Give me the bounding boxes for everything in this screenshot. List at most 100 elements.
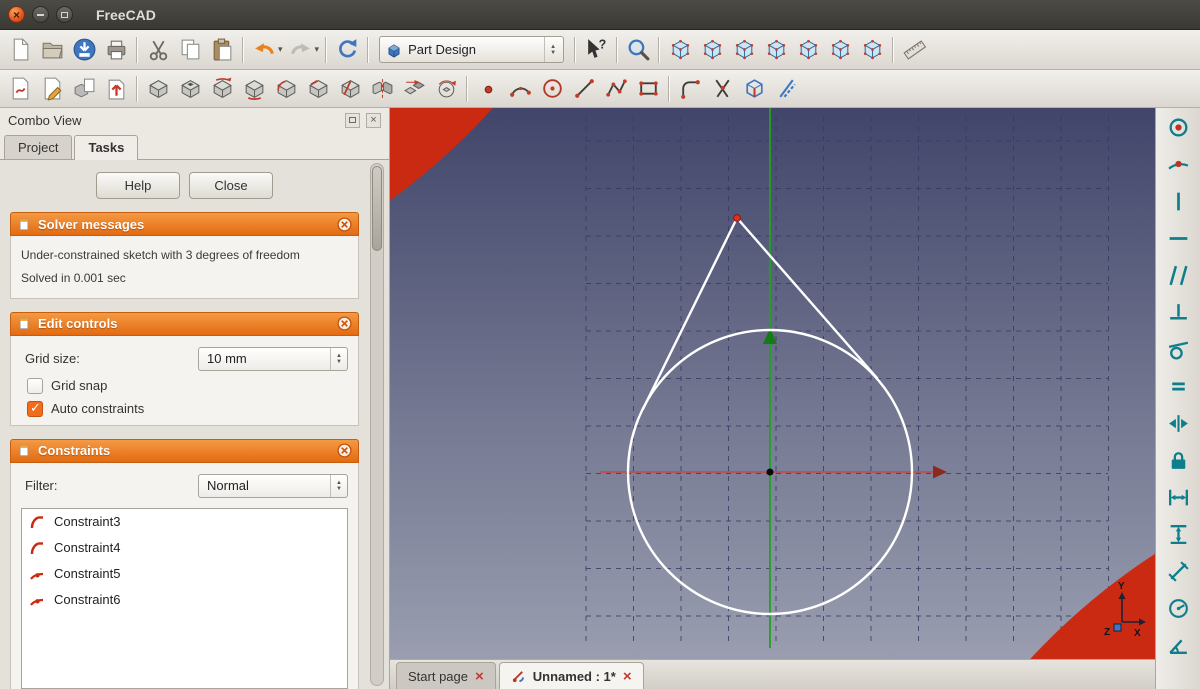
save-button[interactable] (68, 35, 100, 65)
minimize-window-icon[interactable] (32, 6, 49, 23)
collapse-section-icon[interactable] (337, 217, 352, 232)
constrain-angle-button[interactable] (1162, 631, 1194, 659)
paste-button[interactable] (206, 35, 238, 65)
view-axonometric-button[interactable] (664, 35, 696, 65)
external-geometry-button[interactable] (738, 74, 770, 104)
collapse-section-icon[interactable] (337, 443, 352, 458)
tab-close-icon[interactable]: × (475, 669, 484, 684)
map-sketch-button[interactable] (68, 74, 100, 104)
workbench-selector[interactable]: Part Design ▲ ▼ (379, 36, 565, 63)
tab-start-page[interactable]: Start page × (396, 662, 496, 689)
create-circle-button[interactable] (536, 74, 568, 104)
create-point-button[interactable] (472, 74, 504, 104)
fit-all-button[interactable] (622, 35, 654, 65)
copy-button[interactable] (174, 35, 206, 65)
sketch-line-left-tangent[interactable] (641, 216, 739, 411)
refresh-button[interactable] (331, 35, 363, 65)
constrain-parallel-button[interactable] (1162, 261, 1194, 289)
undo-dropdown-arrow-icon[interactable]: ▾ (278, 44, 283, 55)
sketch-scene[interactable]: Y X Z (390, 108, 1155, 689)
leave-sketch-button[interactable] (100, 74, 132, 104)
constrain-coincident-button[interactable] (1162, 113, 1194, 141)
groove-button[interactable] (238, 74, 270, 104)
measure-distance-button[interactable] (898, 35, 930, 65)
view-left-button[interactable] (856, 35, 888, 65)
constrain-symmetric-button[interactable] (1162, 409, 1194, 437)
constrain-equal-button[interactable] (1162, 372, 1194, 400)
scrollbar-thumb[interactable] (372, 166, 382, 251)
trim-edge-button[interactable] (706, 74, 738, 104)
view-bottom-button[interactable] (824, 35, 856, 65)
grid-snap-checkbox[interactable] (27, 377, 43, 394)
auto-constraints-row[interactable]: Auto constraints (27, 400, 348, 417)
tab-close-icon[interactable]: × (623, 669, 632, 684)
close-panel-icon[interactable]: × (366, 112, 381, 128)
view-top-button[interactable] (728, 35, 760, 65)
sketch-line-right-tangent[interactable] (735, 216, 879, 380)
open-folder-button[interactable] (36, 35, 68, 65)
create-polyline-button[interactable] (600, 74, 632, 104)
edit-controls-header[interactable]: Edit controls (10, 311, 359, 336)
constraint-list-item[interactable]: Constraint3 (22, 509, 347, 535)
constraint-list-item[interactable]: Constraint4 (22, 535, 347, 561)
whats-this-button[interactable] (580, 35, 612, 65)
constrain-lock-button[interactable] (1162, 446, 1194, 474)
create-rectangle-button[interactable] (632, 74, 664, 104)
spinner-arrows-icon[interactable]: ▲ ▼ (330, 347, 347, 370)
close-window-icon[interactable]: × (8, 6, 25, 23)
pocket-button[interactable] (174, 74, 206, 104)
tab-project[interactable]: Project (4, 135, 73, 159)
constraint-list-item[interactable]: Constraint5 (22, 561, 347, 587)
float-panel-icon[interactable] (345, 112, 360, 128)
workbench-spinner-icon[interactable]: ▲ ▼ (544, 37, 561, 62)
3d-viewport[interactable]: Y X Z Start page × Unnamed : 1* × (390, 108, 1155, 689)
view-front-button[interactable] (696, 35, 728, 65)
tangent-constraint-marker-left[interactable] (390, 108, 1155, 689)
polar-pattern-button[interactable] (430, 74, 462, 104)
tasks-scrollbar[interactable] (370, 163, 384, 686)
tab-tasks[interactable]: Tasks (74, 135, 139, 160)
pad-button[interactable] (142, 74, 174, 104)
cut-button[interactable] (142, 35, 174, 65)
linear-pattern-button[interactable] (398, 74, 430, 104)
constrain-distance-x-button[interactable] (1162, 483, 1194, 511)
maximize-window-icon[interactable] (56, 6, 73, 23)
tab-unnamed-document[interactable]: Unnamed : 1* × (498, 662, 644, 689)
mirrored-button[interactable] (366, 74, 398, 104)
tangent-constraint-marker-right[interactable] (390, 108, 1155, 689)
constrain-distance-button[interactable] (1162, 557, 1194, 585)
constraints-header[interactable]: Constraints (10, 438, 359, 463)
constraint-filter-select[interactable]: Normal ▲ ▼ (198, 473, 348, 498)
spinner-arrows-icon[interactable]: ▲ ▼ (330, 474, 347, 497)
chamfer-button[interactable] (302, 74, 334, 104)
revolution-button[interactable] (206, 74, 238, 104)
toggle-construction-button[interactable] (770, 74, 802, 104)
print-button[interactable] (100, 35, 132, 65)
constrain-perpendicular-button[interactable] (1162, 298, 1194, 326)
auto-constraints-checkbox[interactable] (27, 400, 43, 417)
sketch-fillet-button[interactable] (674, 74, 706, 104)
close-button[interactable]: Close (189, 172, 273, 199)
undo-button[interactable] (248, 35, 280, 65)
constrain-tangent-button[interactable] (1162, 335, 1194, 363)
solver-messages-header[interactable]: Solver messages (10, 212, 359, 236)
new-document-button[interactable] (4, 35, 36, 65)
fillet-button[interactable] (270, 74, 302, 104)
constrain-distance-y-button[interactable] (1162, 520, 1194, 548)
constrain-point-on-object-button[interactable] (1162, 150, 1194, 178)
origin-point[interactable] (766, 468, 774, 476)
constrain-horizontal-button[interactable] (1162, 224, 1194, 252)
help-button[interactable]: Help (96, 172, 180, 199)
create-sketch-button[interactable] (4, 74, 36, 104)
apex-vertex-point[interactable] (733, 214, 741, 222)
view-right-button[interactable] (760, 35, 792, 65)
create-line-button[interactable] (568, 74, 600, 104)
create-arc-button[interactable] (504, 74, 536, 104)
constrain-radius-button[interactable] (1162, 594, 1194, 622)
grid-size-select[interactable]: 10 mm ▲ ▼ (198, 346, 348, 371)
edit-sketch-button[interactable] (36, 74, 68, 104)
redo-button[interactable] (285, 35, 317, 65)
constraint-list-item[interactable]: Constraint6 (22, 587, 347, 613)
view-rear-button[interactable] (792, 35, 824, 65)
collapse-section-icon[interactable] (337, 316, 352, 331)
